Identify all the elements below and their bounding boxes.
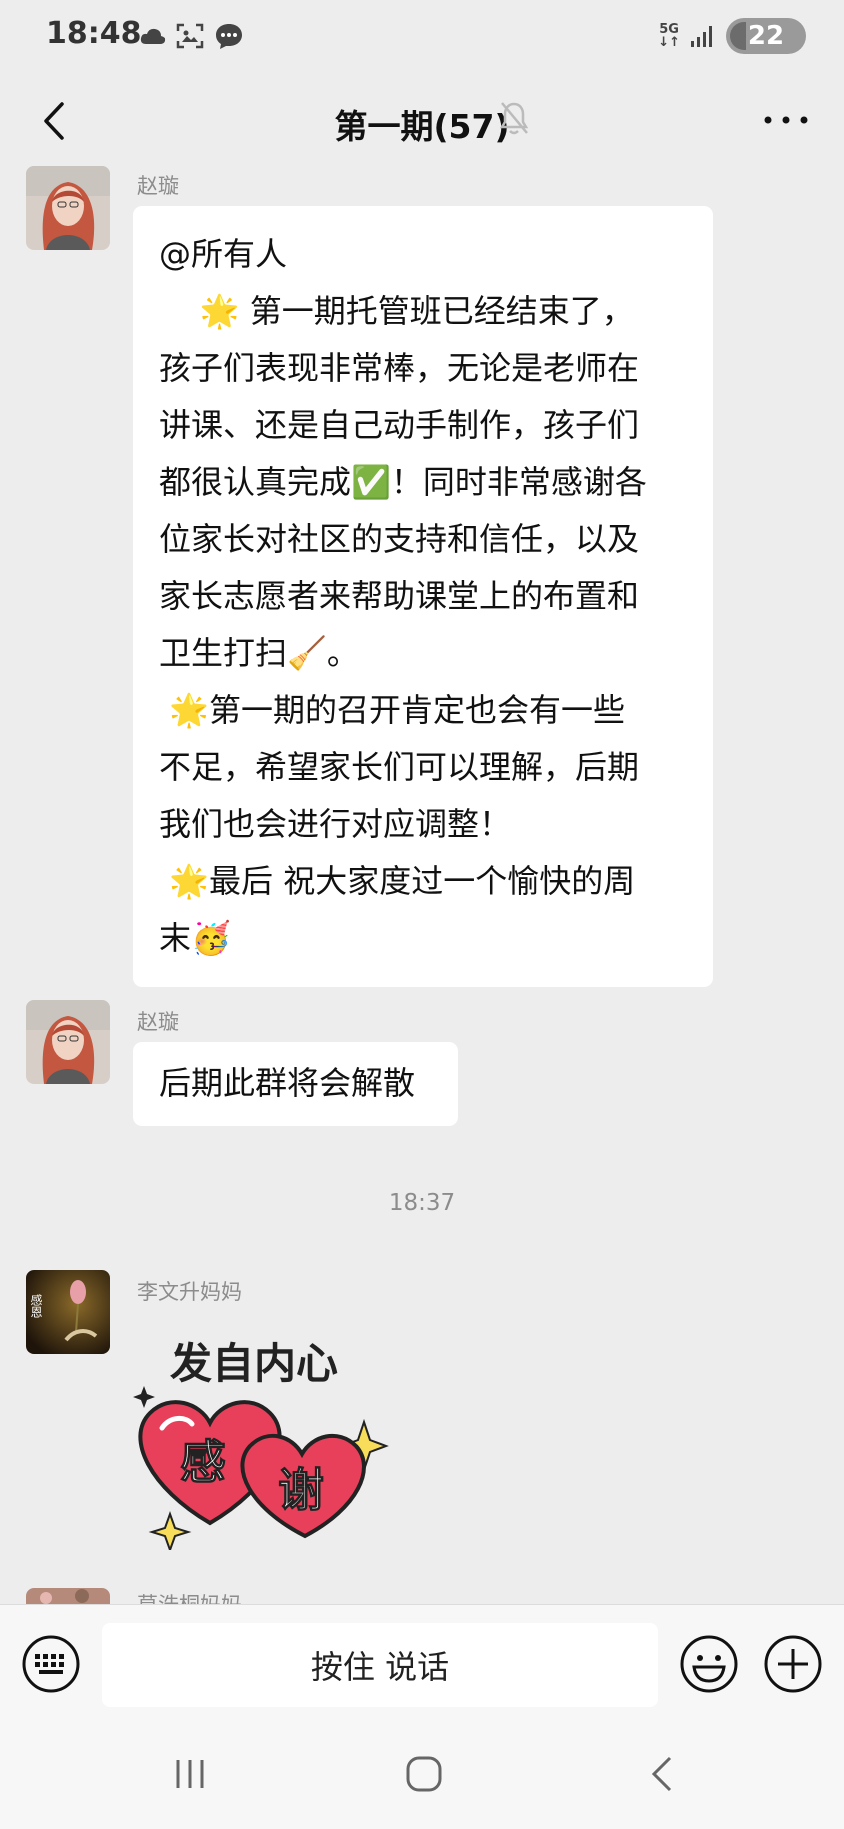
status-bar: 18:48 5G ↓↑ 22 — [0, 0, 844, 80]
message-text: 后期此群将会解散 — [159, 1064, 416, 1102]
message-line: 末🥳 — [159, 919, 231, 957]
system-back-button[interactable] — [644, 1754, 684, 1794]
network-indicator: 5G ↓↑ — [658, 23, 680, 49]
message-line: 🌟 第一期托管班已经结束了， — [159, 292, 634, 330]
flower-photo-icon — [26, 1588, 110, 1604]
signal-icon — [691, 26, 712, 47]
hold-to-talk-button[interactable]: 按住 说话 — [102, 1623, 658, 1707]
cloud-icon — [140, 28, 166, 44]
sticker-right-text: 谢 — [278, 1463, 324, 1517]
sender-name: 赵璇 — [137, 174, 179, 198]
sparkle-icon — [148, 1511, 192, 1550]
data-arrows-icon: ↓↑ — [658, 35, 680, 50]
avatar-zhaoxuan[interactable] — [26, 166, 110, 250]
chat-title: 第一期(57) — [334, 107, 510, 146]
thanks-heart-sticker[interactable]: 发自内心 感 谢 — [130, 1318, 390, 1550]
recent-apps-button[interactable] — [170, 1754, 210, 1794]
avatar-zhaoxuan[interactable] — [26, 1000, 110, 1084]
system-navigation-bar — [0, 1722, 844, 1829]
more-options-button[interactable] — [758, 100, 814, 140]
more-functions-button[interactable] — [762, 1633, 824, 1695]
sender-name: 李文升妈妈 — [137, 1280, 242, 1304]
avatar-liwensheng-mom[interactable]: 感恩 — [26, 1270, 110, 1354]
message-line: 🌟第一期的召开肯定也会有一些 — [159, 691, 626, 729]
message-line: 位家长对社区的支持和信任，以及 — [159, 520, 640, 558]
status-time: 18:48 — [46, 16, 142, 51]
chat-header: 第一期(57) — [0, 80, 844, 164]
keyboard-toggle-button[interactable] — [20, 1633, 82, 1695]
message-line: 讲课、还是自己动手制作，孩子们 — [159, 406, 640, 444]
flower-photo-icon: 感恩 — [26, 1270, 110, 1354]
sender-name: 莫浩桐妈妈 — [137, 1590, 242, 1604]
avatar-partial[interactable] — [26, 1588, 110, 1604]
battery-level: 22 — [747, 21, 785, 51]
message-line: 都很认真完成✅！同时非常感谢各 — [159, 463, 647, 501]
sparkle-icon — [133, 1386, 155, 1408]
status-right: 5G ↓↑ 22 — [658, 18, 806, 54]
person-photo-icon — [26, 166, 110, 250]
message-line: 🌟最后 祝大家度过一个愉快的周 — [159, 862, 636, 900]
message-icon — [216, 24, 242, 49]
sender-name: 赵璇 — [137, 1010, 179, 1034]
message-line: 不足，希望家长们可以理解，后期 — [159, 748, 640, 786]
muted-bell-icon — [499, 102, 529, 135]
avatar-text: 感恩 — [29, 1293, 43, 1318]
input-bar: 按住 说话 — [0, 1604, 844, 1723]
sticker-left-text: 感 — [180, 1435, 226, 1489]
message-line: @所有人 — [159, 235, 288, 273]
message-bubble[interactable]: @所有人 🌟 第一期托管班已经结束了， 孩子们表现非常棒，无论是老师在 讲课、还… — [133, 206, 713, 987]
screenshot-icon — [176, 23, 204, 49]
status-icons — [140, 22, 244, 50]
sticker-top-text: 发自内心 — [170, 1339, 338, 1388]
message-line: 我们也会进行对应调整！ — [159, 805, 512, 843]
battery-indicator: 22 — [726, 18, 806, 54]
message-line: 孩子们表现非常棒，无论是老师在 — [159, 349, 640, 387]
home-button[interactable] — [404, 1754, 444, 1794]
message-line: 家长志愿者来帮助课堂上的布置和 — [159, 577, 640, 615]
person-photo-icon — [26, 1000, 110, 1084]
emoji-button[interactable] — [678, 1633, 740, 1695]
message-line: 卫生打扫🧹。 — [159, 634, 359, 672]
timestamp: 18:37 — [388, 1190, 456, 1216]
message-bubble[interactable]: 后期此群将会解散 — [133, 1042, 458, 1126]
